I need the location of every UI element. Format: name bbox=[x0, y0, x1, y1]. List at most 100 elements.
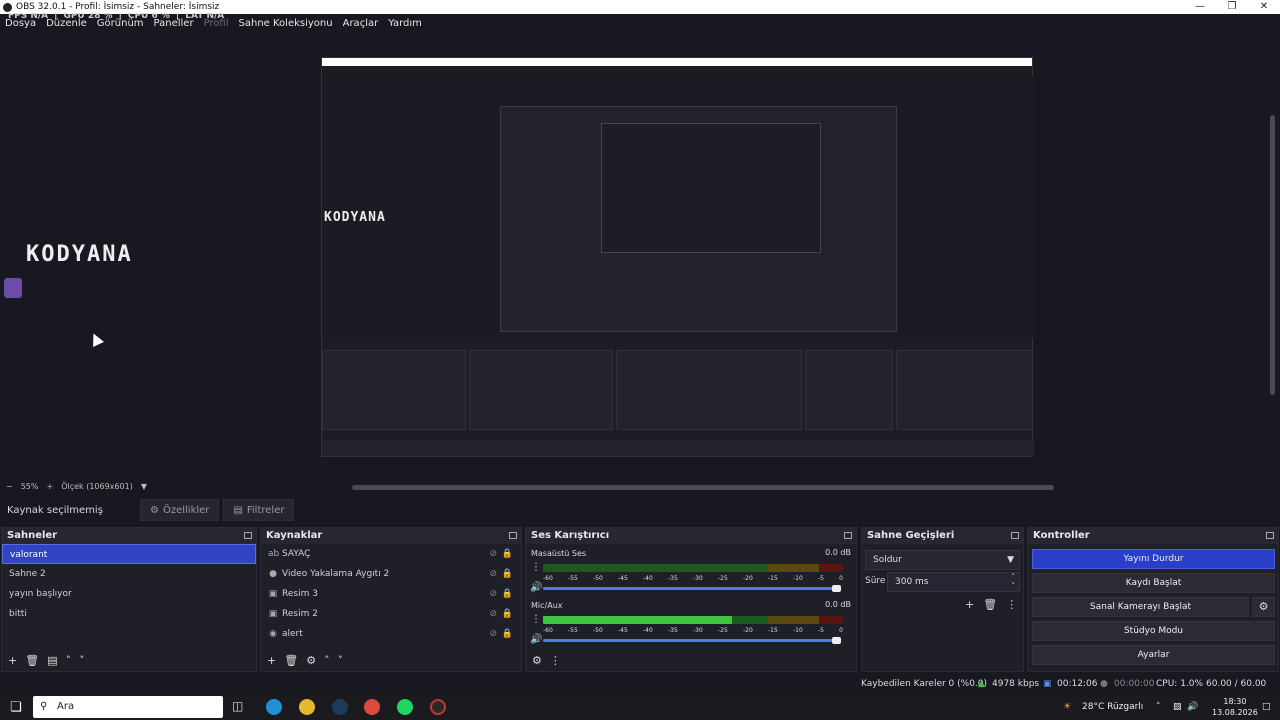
volume-slider[interactable] bbox=[543, 639, 835, 642]
menu-edit[interactable]: Düzenle bbox=[46, 16, 87, 32]
menu-view[interactable]: Görünüm bbox=[97, 16, 144, 32]
chrome-icon[interactable] bbox=[364, 699, 380, 715]
visibility-off-icon[interactable]: ⊘ bbox=[489, 584, 497, 604]
stop-streaming-button[interactable]: Yayını Durdur bbox=[1032, 549, 1275, 569]
transition-menu-icon[interactable]: ⋮ bbox=[1006, 598, 1017, 611]
mixer-title: Ses Karıştırıcı bbox=[531, 530, 610, 541]
volume-slider[interactable] bbox=[543, 587, 835, 590]
taskbar-search[interactable]: ⚲ Ara bbox=[33, 696, 223, 718]
menu-scene-collection[interactable]: Sahne Koleksiyonu bbox=[239, 16, 333, 32]
speaker-icon[interactable]: 🔊 bbox=[530, 582, 542, 593]
scale-label[interactable]: Ölçek (1069x601) bbox=[61, 480, 133, 494]
menu-tools[interactable]: Araçlar bbox=[343, 16, 379, 32]
mixer-menu-icon[interactable]: ⋮ bbox=[550, 654, 561, 667]
preview-canvas[interactable]: KODYANA KODYANA bbox=[0, 32, 1280, 480]
controls-dock: Kontroller Yayını Durdur Kaydı Başlat Sa… bbox=[1027, 527, 1279, 672]
zoom-out-button[interactable]: − bbox=[6, 480, 13, 494]
visibility-off-icon[interactable]: ⊘ bbox=[489, 604, 497, 624]
scene-item[interactable]: valorant bbox=[2, 544, 256, 564]
volume-knob[interactable] bbox=[832, 637, 841, 644]
notification-icon[interactable]: □ bbox=[1262, 694, 1271, 720]
edge-icon[interactable] bbox=[266, 699, 282, 715]
visibility-off-icon[interactable]: ⊘ bbox=[489, 624, 497, 644]
properties-button[interactable]: ⚙ Özellikler bbox=[140, 499, 220, 521]
spotify-icon[interactable] bbox=[397, 699, 413, 715]
weather-text[interactable]: 28°C Rüzgarlı bbox=[1082, 694, 1143, 720]
undock-icon[interactable] bbox=[844, 532, 852, 539]
meter-tick-label: -45 bbox=[618, 575, 628, 582]
add-source-icon[interactable]: + bbox=[267, 654, 276, 667]
scene-item[interactable]: bitti bbox=[2, 604, 256, 624]
windows-start-icon[interactable]: ❏ bbox=[10, 700, 22, 715]
remove-source-icon[interactable]: 🗑 bbox=[284, 654, 298, 667]
menu-file[interactable]: Dosya bbox=[5, 16, 36, 32]
minimize-button[interactable]: — bbox=[1184, 0, 1216, 14]
undock-icon[interactable] bbox=[1266, 532, 1274, 539]
clock[interactable]: 18:30 13.08.2026 bbox=[1212, 696, 1258, 718]
remove-transition-icon[interactable]: 🗑 bbox=[983, 598, 997, 611]
move-up-icon[interactable]: ˄ bbox=[66, 654, 72, 667]
preview-vertical-scrollbar[interactable] bbox=[1270, 115, 1275, 395]
menu-profile[interactable]: Profil bbox=[204, 16, 229, 32]
move-up-icon[interactable]: ˄ bbox=[324, 654, 330, 667]
tray-chevron-icon[interactable]: ˄ bbox=[1156, 694, 1161, 720]
lock-icon[interactable]: 🔒 bbox=[502, 604, 513, 624]
captured-inner-screen bbox=[500, 106, 897, 332]
undock-icon[interactable] bbox=[244, 532, 252, 539]
obs-taskbar-icon[interactable] bbox=[430, 699, 446, 715]
add-transition-icon[interactable]: + bbox=[965, 598, 974, 611]
scale-dropdown-icon[interactable]: ▼ bbox=[141, 480, 147, 494]
source-item[interactable]: ▣ Resim 3 ⊘ 🔒 bbox=[261, 584, 521, 604]
advanced-audio-icon[interactable]: ⚙ bbox=[532, 654, 542, 667]
undock-icon[interactable] bbox=[509, 532, 517, 539]
channel-name: Masaüstü Ses bbox=[531, 549, 587, 558]
image-icon: ▣ bbox=[268, 589, 278, 599]
virtual-camera-settings-icon[interactable]: ⚙ bbox=[1252, 597, 1275, 617]
close-button[interactable]: ✕ bbox=[1248, 0, 1280, 14]
file-explorer-icon[interactable] bbox=[299, 699, 315, 715]
lock-icon[interactable]: 🔒 bbox=[502, 624, 513, 644]
visibility-off-icon[interactable]: ⊘ bbox=[489, 544, 497, 564]
undock-icon[interactable] bbox=[1011, 532, 1019, 539]
scene-filters-icon[interactable]: ▤ bbox=[47, 654, 57, 667]
filters-button[interactable]: ▤ Filtreler bbox=[223, 499, 295, 521]
settings-button[interactable]: Ayarlar bbox=[1032, 645, 1275, 665]
maximize-button[interactable]: ❐ bbox=[1216, 0, 1248, 14]
studio-mode-button[interactable]: Stüdyo Modu bbox=[1032, 621, 1275, 641]
dropped-frames: Kaybedilen Kareler 0 (%0.0) bbox=[861, 679, 988, 689]
lock-icon[interactable]: 🔒 bbox=[502, 544, 513, 564]
source-item[interactable]: ab SAYAÇ ⊘ 🔒 bbox=[261, 544, 521, 564]
duration-input[interactable]: 300 ms ˄ ˅ bbox=[887, 572, 1020, 592]
clock-time: 18:30 bbox=[1223, 697, 1247, 706]
channel-menu-icon[interactable]: ⋮ bbox=[531, 562, 541, 573]
lock-icon[interactable]: 🔒 bbox=[502, 584, 513, 604]
task-view-icon[interactable]: ◫ bbox=[232, 699, 243, 713]
move-down-icon[interactable]: ˅ bbox=[338, 654, 344, 667]
network-icon[interactable]: ▧ bbox=[1173, 694, 1182, 720]
visibility-off-icon[interactable]: ⊘ bbox=[489, 564, 497, 584]
source-item[interactable]: ▣ Resim 2 ⊘ 🔒 bbox=[261, 604, 521, 624]
source-item[interactable]: ◉ alert ⊘ 🔒 bbox=[261, 624, 521, 644]
move-down-icon[interactable]: ˅ bbox=[79, 654, 85, 667]
spinner-icon[interactable]: ˄ ˅ bbox=[1012, 573, 1016, 591]
start-virtual-camera-button[interactable]: Sanal Kamerayı Başlat bbox=[1032, 597, 1249, 617]
volume-icon[interactable]: 🔊 bbox=[1187, 694, 1198, 720]
scene-item[interactable]: Sahne 2 bbox=[2, 564, 256, 584]
start-recording-button[interactable]: Kaydı Başlat bbox=[1032, 573, 1275, 593]
lock-icon[interactable]: 🔒 bbox=[502, 564, 513, 584]
scene-item[interactable]: yayın başlıyor bbox=[2, 584, 256, 604]
preview-horizontal-scrollbar[interactable] bbox=[352, 485, 1054, 490]
zoom-in-button[interactable]: + bbox=[46, 480, 53, 494]
zoom-value: 55% bbox=[20, 482, 39, 491]
source-item[interactable]: ● Video Yakalama Aygıtı 2 ⊘ 🔒 bbox=[261, 564, 521, 584]
menu-help[interactable]: Yardım bbox=[388, 16, 422, 32]
source-properties-icon[interactable]: ⚙ bbox=[306, 654, 316, 667]
steam-icon[interactable] bbox=[332, 699, 348, 715]
menu-docks[interactable]: Paneller bbox=[154, 16, 194, 32]
transition-select[interactable]: Soldur ▼ bbox=[865, 550, 1020, 570]
add-scene-icon[interactable]: + bbox=[8, 654, 17, 667]
volume-knob[interactable] bbox=[832, 585, 841, 592]
channel-menu-icon[interactable]: ⋮ bbox=[531, 614, 541, 625]
remove-scene-icon[interactable]: 🗑 bbox=[25, 654, 39, 667]
speaker-icon[interactable]: 🔊 bbox=[530, 634, 542, 645]
